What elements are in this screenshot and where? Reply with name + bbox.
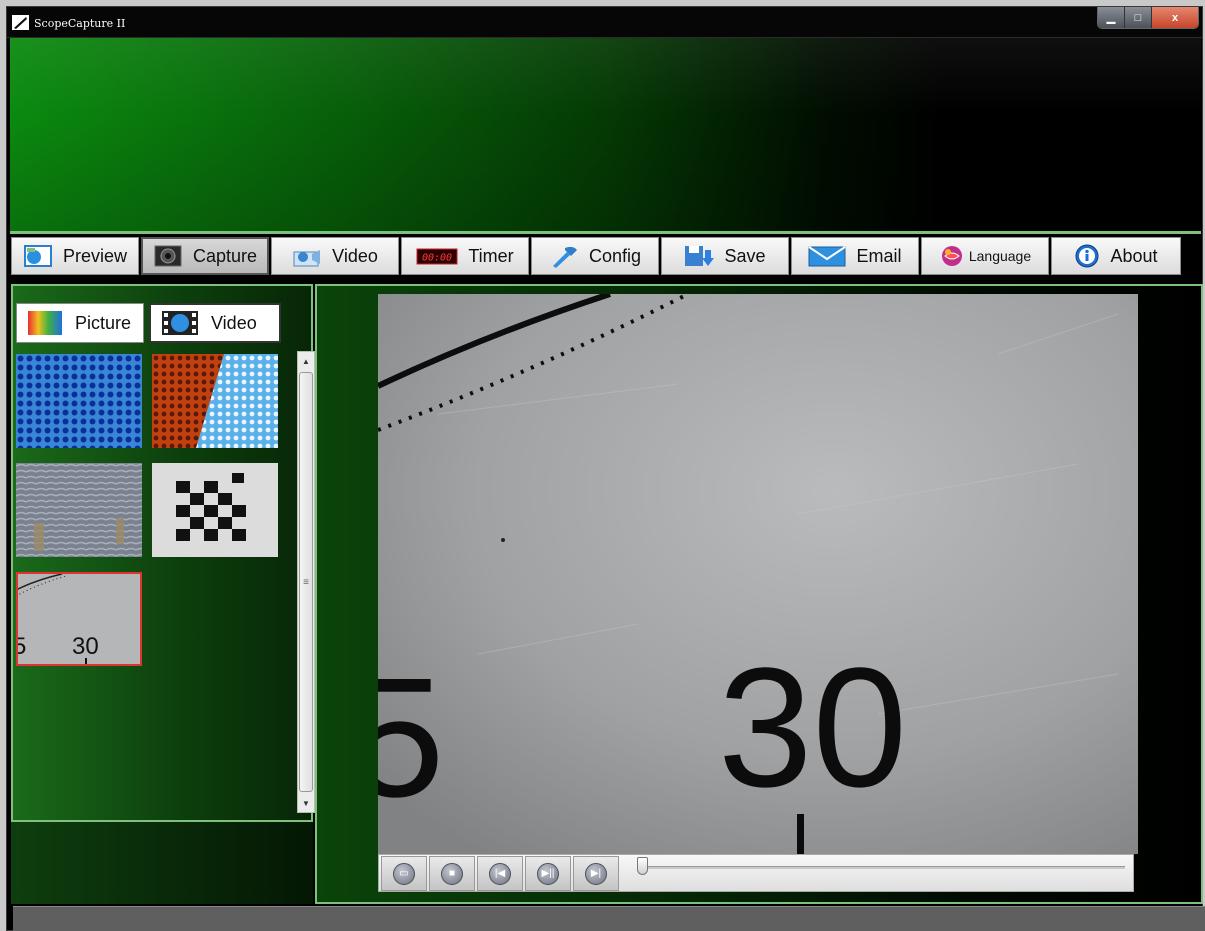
- gallery-footer: [11, 822, 313, 904]
- email-button[interactable]: Email: [791, 237, 919, 275]
- capture-button[interactable]: Capture: [141, 237, 269, 275]
- preview-button[interactable]: Preview: [11, 237, 139, 275]
- window-title: ScopeCapture II: [34, 17, 126, 30]
- status-bar: [13, 906, 1205, 931]
- svg-text:00:00: 00:00: [422, 253, 452, 264]
- scroll-down-arrow[interactable]: ▼: [298, 794, 314, 812]
- title-bar[interactable]: ScopeCapture II ▁ □ x: [7, 7, 1202, 38]
- svg-text:30: 30: [718, 633, 907, 823]
- maximize-button[interactable]: □: [1125, 7, 1152, 28]
- svg-text:30: 30: [72, 633, 99, 660]
- close-button[interactable]: x: [1152, 7, 1198, 28]
- email-icon: [808, 244, 847, 268]
- open-folder-icon: ▭: [393, 862, 415, 885]
- save-icon: [684, 244, 715, 268]
- svg-text:5: 5: [16, 633, 26, 660]
- play-pause-button[interactable]: ▶||: [525, 856, 571, 891]
- open-file-button[interactable]: ▭: [381, 856, 427, 891]
- skip-back-icon: |◀: [489, 862, 511, 885]
- tab-video[interactable]: Video: [149, 303, 281, 343]
- about-button[interactable]: About: [1051, 237, 1181, 275]
- config-button[interactable]: Config: [531, 237, 659, 275]
- video-camera-icon: [292, 244, 322, 268]
- app-window: ScopeCapture II ▁ □ x Preview Capture Vi…: [6, 6, 1205, 931]
- config-icon: [549, 244, 579, 268]
- stop-button[interactable]: ■: [429, 856, 475, 891]
- minimize-button[interactable]: ▁: [1098, 7, 1125, 28]
- thumbnail-checker-pattern[interactable]: [152, 463, 278, 557]
- scroll-thumb[interactable]: ≡: [299, 372, 313, 792]
- window-controls: ▁ □ x: [1097, 7, 1199, 29]
- main-toolbar: Preview Capture Video 00:00 Timer Config: [11, 237, 1203, 279]
- viewer-panel: 5 30 ▭ ■ |◀ ▶|| ▶|: [315, 284, 1203, 904]
- save-button[interactable]: Save: [661, 237, 789, 275]
- language-icon: [939, 244, 965, 268]
- picture-icon: [27, 310, 63, 336]
- banner-divider: [10, 231, 1201, 234]
- gallery-scrollbar[interactable]: ▲ ≡ ▼: [297, 351, 315, 813]
- play-pause-icon: ▶||: [537, 862, 559, 885]
- timer-button[interactable]: 00:00 Timer: [401, 237, 529, 275]
- seek-bar[interactable]: [637, 866, 1125, 869]
- video-film-icon: [161, 310, 199, 336]
- playback-controls: ▭ ■ |◀ ▶|| ▶|: [378, 854, 1134, 892]
- thumbnail-fabric-texture[interactable]: [16, 463, 142, 557]
- thumbnail-dial-30[interactable]: 5 30: [16, 572, 142, 666]
- about-icon: [1074, 244, 1100, 268]
- tab-picture[interactable]: Picture: [16, 303, 144, 343]
- timer-icon: 00:00: [416, 244, 458, 268]
- next-button[interactable]: ▶|: [573, 856, 619, 891]
- thumbnail-blue-dots[interactable]: [16, 354, 142, 448]
- thumbnail-red-blue-dots[interactable]: [152, 354, 278, 448]
- stop-icon: ■: [441, 862, 463, 885]
- language-button[interactable]: Language: [921, 237, 1049, 275]
- video-viewport[interactable]: 5 30: [378, 294, 1138, 854]
- preview-icon: [23, 244, 53, 268]
- header-banner: [10, 38, 1201, 231]
- gallery-panel: Picture Video 5 30 ▲ ≡ ▼: [11, 284, 315, 822]
- skip-forward-icon: ▶|: [585, 862, 607, 885]
- capture-icon: [153, 244, 183, 268]
- app-logo-icon: [12, 15, 29, 30]
- video-button[interactable]: Video: [271, 237, 399, 275]
- svg-text:5: 5: [378, 643, 445, 833]
- seek-handle[interactable]: [637, 857, 648, 875]
- previous-button[interactable]: |◀: [477, 856, 523, 891]
- scroll-up-arrow[interactable]: ▲: [298, 352, 314, 370]
